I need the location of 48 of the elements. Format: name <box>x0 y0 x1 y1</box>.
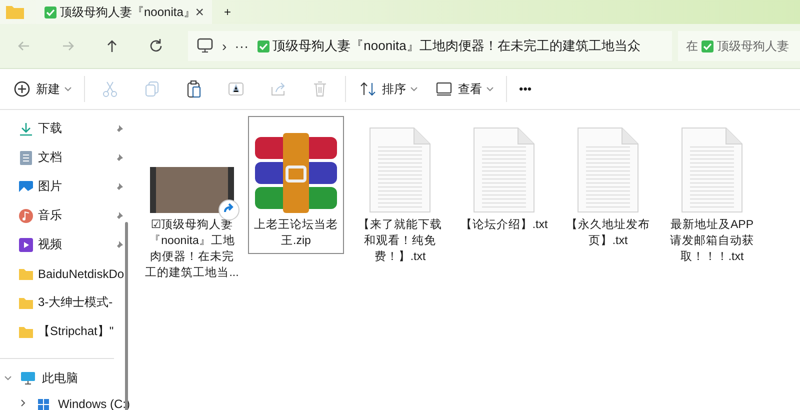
sidebar-item[interactable]: 【Stripchat】" <box>0 317 130 346</box>
new-icon <box>12 79 32 99</box>
sidebar-item[interactable]: 3-大绅士模式- <box>0 288 130 317</box>
breadcrumb-folder[interactable]: 顶级母狗人妻『noonita』工地肉便器！在未完工的建筑工地当众 <box>272 37 640 55</box>
more-button[interactable]: ••• <box>511 73 540 105</box>
text-file-icon <box>577 127 639 213</box>
file-item[interactable]: 【来了就能下载和观看！纯免费！】.txt <box>352 116 448 270</box>
text-file-icon <box>681 127 743 213</box>
view-button[interactable]: 查看 <box>426 73 502 105</box>
breadcrumb-separator: › <box>222 38 227 54</box>
video-icon <box>18 236 34 252</box>
picture-icon <box>18 178 34 194</box>
file-item[interactable]: 上老王论坛当老王.zip <box>248 116 344 254</box>
caret-icon <box>410 86 418 92</box>
music-note-icon <box>18 208 34 224</box>
check-box-icon <box>44 6 57 18</box>
monitor-icon <box>196 37 214 55</box>
sidebar-item[interactable]: 视频 <box>0 230 130 259</box>
check-box-icon <box>256 40 270 52</box>
drive-icon <box>36 396 52 410</box>
folder-icon <box>6 5 24 19</box>
caret-icon <box>486 86 494 92</box>
monitor-icon <box>20 370 36 386</box>
download-arrow-icon <box>18 120 34 136</box>
chevron-right-icon <box>20 398 26 406</box>
search-field[interactable]: 在 顶级母狗人妻 <box>678 31 800 61</box>
sidebar-item[interactable]: 图片 <box>0 172 130 201</box>
chevron-down-icon <box>4 374 12 380</box>
sidebar-item[interactable]: 下载 <box>0 114 130 143</box>
new-tab-button[interactable]: + <box>216 0 246 28</box>
tree-item[interactable]: 此电脑 <box>0 365 130 391</box>
file-item[interactable]: 最新地址及APP请发邮箱自动获取！！！.txt <box>664 116 760 270</box>
sort-button[interactable]: 排序 <box>350 73 426 105</box>
document-icon <box>18 150 34 166</box>
hidden-path-button[interactable]: ··· <box>234 38 249 54</box>
check-box-icon <box>701 40 714 52</box>
text-file-icon <box>473 127 535 213</box>
cut-icon <box>100 79 120 99</box>
sidebar-item[interactable]: 文档 <box>0 143 130 172</box>
text-file-icon <box>369 127 431 213</box>
caret-icon <box>64 86 72 92</box>
sidebar-item[interactable]: 音乐 <box>0 201 130 230</box>
address-bar[interactable]: › ··· 顶级母狗人妻『noonita』工地肉便器！在未完工的建筑工地当众 <box>188 31 672 61</box>
sidebar-item[interactable]: BaiduNetdiskDo <box>0 259 130 288</box>
file-item[interactable]: 【论坛介绍】.txt <box>456 116 552 238</box>
archive-books-icon <box>253 133 339 213</box>
new-button[interactable]: 新建 <box>4 73 80 105</box>
file-item[interactable]: 【永久地址发布页】.txt <box>560 116 656 254</box>
